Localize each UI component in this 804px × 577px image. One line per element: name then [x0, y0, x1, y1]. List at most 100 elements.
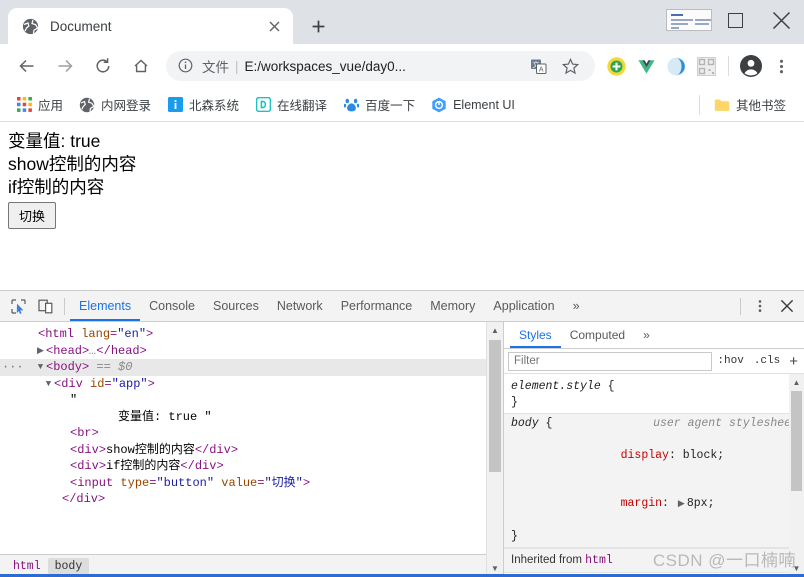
maximize-button[interactable]: [712, 0, 758, 40]
reload-icon[interactable]: [88, 51, 118, 81]
tab-performance[interactable]: Performance: [332, 291, 422, 321]
extension-qr-icon[interactable]: [693, 53, 719, 79]
twisty-open-icon[interactable]: ▼: [43, 376, 54, 393]
tab-network[interactable]: Network: [268, 291, 332, 321]
inspect-element-icon[interactable]: [5, 293, 32, 319]
dom-node-row[interactable]: ▶ <head>…</head>: [0, 343, 503, 360]
forward-icon[interactable]: [50, 51, 80, 81]
dom-node-markup: </div>: [62, 492, 106, 506]
new-tab-button[interactable]: [303, 11, 333, 41]
address-bar[interactable]: 文件 | E:/workspaces_vue/day0... 文 A: [166, 51, 595, 81]
extension-blue-icon[interactable]: [663, 53, 689, 79]
rule-source: user agent stylesheet: [653, 417, 798, 430]
dom-node-row[interactable]: 变量值: true ": [0, 409, 503, 426]
declaration-margin[interactable]: margin: ▶ 8px;: [511, 480, 798, 529]
bookmark-beisen[interactable]: 北森系统: [160, 92, 246, 117]
twisty-closed-icon[interactable]: ▶: [35, 343, 46, 360]
star-icon[interactable]: [557, 53, 583, 79]
url-text[interactable]: E:/workspaces_vue/day0...: [245, 59, 523, 74]
bookmark-apps[interactable]: 应用: [9, 92, 70, 117]
devtools-close-icon[interactable]: [773, 293, 800, 319]
globe-icon: [22, 18, 39, 35]
tab-computed[interactable]: Computed: [561, 322, 634, 348]
declaration-property[interactable]: display: [621, 449, 669, 462]
dom-node-markup: <head>…</head>: [46, 343, 147, 358]
toolbar-divider: [728, 56, 729, 76]
dom-tree[interactable]: <html lang="en"> ▶ <head>…</head> ··· ▼ <body…: [0, 322, 503, 554]
styles-filter-input[interactable]: [508, 351, 713, 371]
rule-body[interactable]: body { user agent stylesheet display: bl…: [504, 413, 804, 548]
scroll-up-icon[interactable]: ▲: [788, 374, 804, 391]
scrollbar-thumb[interactable]: [791, 391, 802, 491]
dom-tree-scrollbar[interactable]: ▲ ▼: [486, 322, 503, 577]
styles-filter-bar: :hov .cls +: [504, 349, 804, 374]
breadcrumb-item-html[interactable]: html: [6, 558, 48, 575]
dom-node-row[interactable]: <div>if控制的内容</div>: [0, 458, 503, 475]
device-toolbar-icon[interactable]: [32, 293, 59, 319]
rule-element-style[interactable]: element.style { }: [504, 377, 804, 413]
dom-node-markup: <div>if控制的内容</div>: [70, 459, 224, 473]
vue-devtools-icon[interactable]: [633, 53, 659, 79]
more-tabs-icon[interactable]: »: [564, 291, 589, 321]
cls-toggle[interactable]: .cls: [749, 355, 785, 367]
bookmark-label: Element UI: [453, 97, 515, 112]
toolbar-divider: [64, 297, 65, 315]
twisty-open-icon[interactable]: ▼: [35, 359, 46, 376]
dom-node-row[interactable]: <html lang="en">: [0, 326, 503, 343]
browser-menu-icon[interactable]: [768, 53, 794, 79]
styles-scrollbar[interactable]: ▲ ▼: [789, 374, 804, 577]
devtools-menu-icon[interactable]: [746, 293, 773, 319]
close-icon[interactable]: [263, 15, 285, 37]
styles-more-icon[interactable]: »: [634, 322, 659, 348]
home-icon[interactable]: [126, 51, 156, 81]
profile-avatar[interactable]: [738, 53, 764, 79]
scroll-up-icon[interactable]: ▲: [487, 322, 504, 339]
dom-node-row[interactable]: ▼ <div id="app">: [0, 376, 503, 393]
rule-selector: element.style: [511, 380, 601, 393]
bookmark-label: 在线翻译: [277, 99, 328, 113]
scrollbar-thumb[interactable]: [489, 340, 501, 472]
dom-node-row[interactable]: <div>show控制的内容</div>: [0, 442, 503, 459]
new-style-rule-button[interactable]: +: [785, 353, 802, 370]
tab-console[interactable]: Console: [140, 291, 204, 321]
tab-sources[interactable]: Sources: [204, 291, 268, 321]
declaration-display[interactable]: display: block;: [511, 432, 798, 480]
bookmark-element-ui[interactable]: Element UI: [424, 94, 522, 116]
bookmark-other-bookmarks[interactable]: 其他书签: [707, 92, 793, 117]
svg-text:A: A: [538, 66, 543, 73]
tab-elements[interactable]: Elements: [70, 291, 140, 321]
dict-icon: [255, 97, 271, 113]
tab-styles[interactable]: Styles: [510, 322, 561, 348]
dom-node-row[interactable]: <br>: [0, 425, 503, 442]
dom-node-row[interactable]: <input type="button" value="切换">: [0, 475, 503, 492]
dom-node-row[interactable]: </div>: [0, 491, 503, 508]
tab-memory[interactable]: Memory: [421, 291, 484, 321]
declaration-value[interactable]: 8px;: [687, 497, 715, 510]
devtools-panel: Elements Console Sources Network Perform…: [0, 290, 804, 577]
toggle-button[interactable]: 切换: [8, 202, 57, 230]
expand-arrow-icon[interactable]: ▶: [676, 496, 687, 513]
translate-icon[interactable]: 文 A: [525, 53, 551, 79]
bookmarks-bar: 应用 内网登录 北森系统 在线翻译 百度一下 Element UI 其他书签: [0, 88, 804, 122]
extension-green-icon[interactable]: [603, 53, 629, 79]
close-window-button[interactable]: [758, 0, 804, 40]
declaration-value[interactable]: block;: [683, 449, 724, 462]
browser-tab[interactable]: Document: [8, 8, 293, 44]
dom-node-row[interactable]: ··· ▼ <body> == $0: [0, 359, 503, 376]
bookmark-translate[interactable]: 在线翻译: [248, 92, 334, 117]
info-circle-icon[interactable]: [178, 58, 194, 74]
window-preview-thumbnail: [666, 9, 712, 31]
tab-application[interactable]: Application: [484, 291, 563, 321]
back-icon[interactable]: [12, 51, 42, 81]
dom-node-markup: 变量值: true ": [118, 409, 212, 424]
breadcrumb-item-body[interactable]: body: [47, 557, 90, 575]
dom-node-row[interactable]: ": [0, 392, 503, 409]
minimize-button[interactable]: [666, 0, 712, 40]
dom-node-markup: <body> == $0: [46, 360, 133, 374]
hov-toggle[interactable]: :hov: [712, 355, 748, 367]
element-ui-icon: [431, 97, 447, 113]
bookmark-baidu[interactable]: 百度一下: [336, 92, 422, 117]
bookmark-intranet-login[interactable]: 内网登录: [72, 92, 158, 117]
declaration-property[interactable]: margin: [621, 497, 662, 510]
rule-close-brace: }: [511, 396, 518, 409]
